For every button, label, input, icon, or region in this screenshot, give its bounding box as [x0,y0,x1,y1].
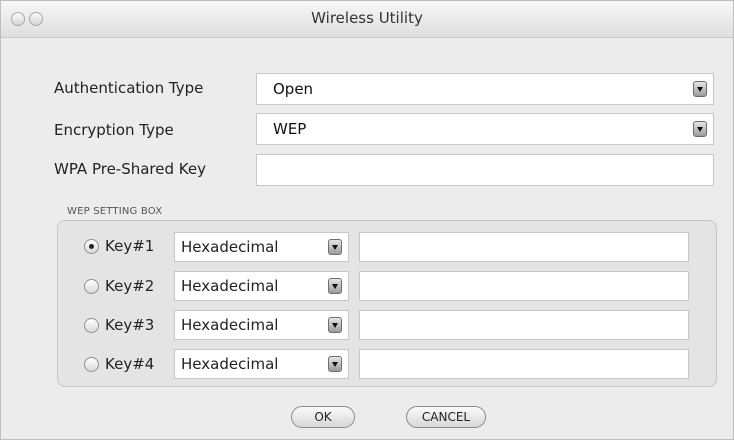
key1-label: Key#1 [105,237,155,255]
key4-radio[interactable] [84,357,99,372]
window-title: Wireless Utility [311,9,423,27]
chevron-down-icon[interactable] [328,356,342,372]
chevron-down-icon[interactable] [328,278,342,294]
key1-format-value: Hexadecimal [181,238,279,256]
key1-input[interactable] [359,232,689,262]
key3-format-select[interactable]: Hexadecimal [174,310,349,340]
authentication-type-select[interactable]: Open [256,73,714,105]
chevron-down-icon[interactable] [693,81,707,97]
encryption-type-label: Encryption Type [54,121,174,139]
encryption-type-select[interactable]: WEP [256,113,714,145]
chevron-down-icon[interactable] [328,239,342,255]
wep-setting-box-title: WEP SETTING BOX [67,206,163,217]
key2-format-select[interactable]: Hexadecimal [174,271,349,301]
key3-radio[interactable] [84,318,99,333]
key2-label: Key#2 [105,277,155,295]
chevron-down-icon[interactable] [693,121,707,137]
key4-input[interactable] [359,349,689,379]
key2-radio[interactable] [84,279,99,294]
encryption-type-value: WEP [273,120,307,138]
authentication-type-label: Authentication Type [54,79,204,97]
chevron-down-icon[interactable] [328,317,342,333]
title-bar[interactable]: Wireless Utility [1,1,733,38]
cancel-button[interactable]: CANCEL [406,406,486,428]
key3-input[interactable] [359,310,689,340]
key3-format-value: Hexadecimal [181,316,279,334]
wpa-psk-input[interactable] [256,154,714,186]
key1-radio[interactable] [84,239,99,254]
key4-label: Key#4 [105,355,155,373]
key2-format-value: Hexadecimal [181,277,279,295]
key4-format-select[interactable]: Hexadecimal [174,349,349,379]
wpa-psk-label: WPA Pre-Shared Key [54,160,206,178]
ok-button[interactable]: OK [291,406,355,428]
wireless-utility-window: Wireless Utility Authentication Type Ope… [0,0,734,440]
key1-format-select[interactable]: Hexadecimal [174,232,349,262]
key4-format-value: Hexadecimal [181,355,279,373]
key2-input[interactable] [359,271,689,301]
key3-label: Key#3 [105,316,155,334]
authentication-type-value: Open [273,80,314,98]
